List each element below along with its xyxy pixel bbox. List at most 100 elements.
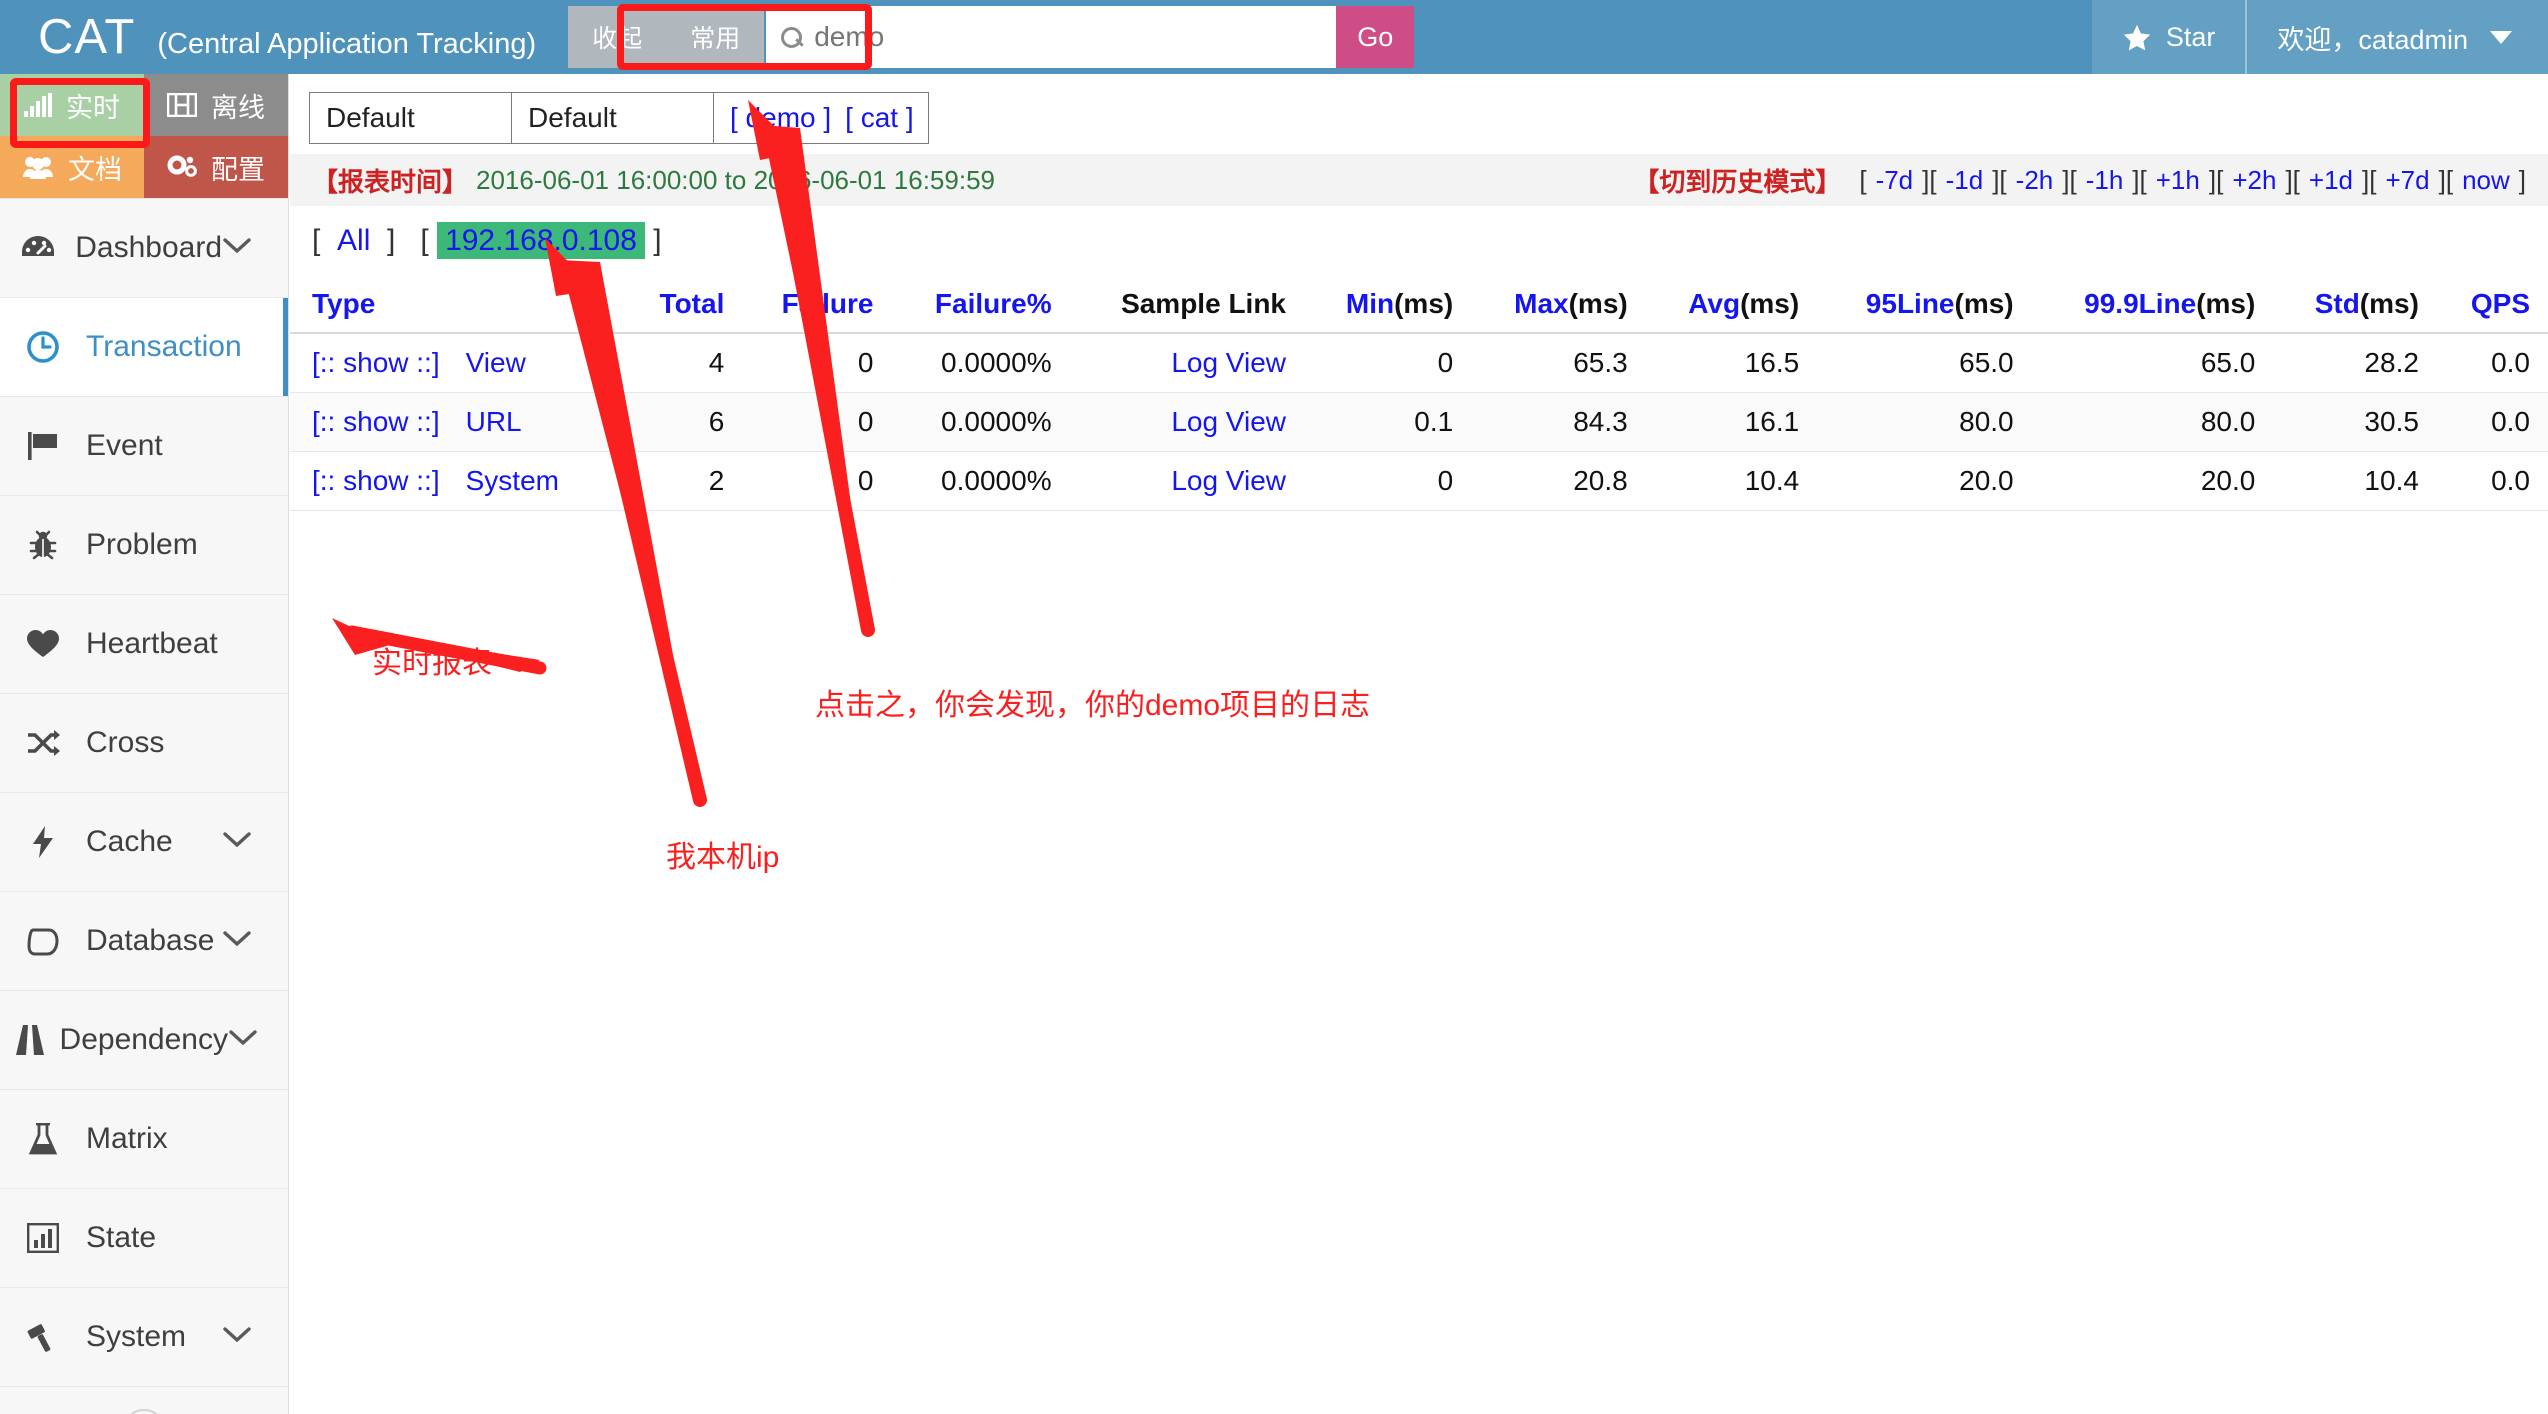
type-link[interactable]: URL — [466, 406, 522, 437]
star-label: Star — [2165, 21, 2216, 52]
star-button[interactable]: Star — [2091, 0, 2246, 74]
sidebar-item-dashboard[interactable]: Dashboard — [0, 199, 288, 298]
brand-full: (Central Application Tracking) — [157, 28, 537, 60]
sidebar-mode-offline[interactable]: 离线 — [144, 74, 288, 136]
col-std[interactable]: Std(ms) — [2273, 276, 2437, 334]
sidebar-item-transaction[interactable]: Transaction — [0, 298, 288, 397]
col-95line[interactable]: 95Line(ms) — [1817, 276, 2032, 334]
col-max[interactable]: Max(ms) — [1471, 276, 1646, 334]
cell-failure: 0 — [742, 392, 892, 452]
cell-failure-percent: 0.0000% — [891, 333, 1070, 393]
annotation-box-toggle — [617, 4, 872, 70]
cell-999line: 80.0 — [2031, 392, 2274, 452]
show-link[interactable]: [:: show ::] — [312, 406, 440, 437]
chevron-down-icon — [222, 1326, 252, 1349]
gavel-icon — [0, 1321, 86, 1353]
cell-total: 2 — [624, 451, 743, 511]
chart-icon — [0, 1223, 86, 1253]
cell-qps: 0.0 — [2436, 392, 2548, 452]
sidebar-mode-config[interactable]: 配置 — [144, 136, 288, 198]
ip-filter-selected-link[interactable]: 192.168.0.108 — [445, 224, 637, 257]
cell-std: 28.2 — [2273, 333, 2437, 393]
cell-999line: 20.0 — [2031, 451, 2274, 511]
cell-999line: 65.0 — [2031, 333, 2274, 393]
show-link[interactable]: [:: show ::] — [312, 465, 440, 496]
sidebar-item-heartbeat[interactable]: Heartbeat — [0, 595, 288, 694]
history-link-1h-back[interactable]: -1h — [2086, 165, 2124, 196]
sidebar-item-system[interactable]: System — [0, 1288, 288, 1387]
cell-failure-percent: 0.0000% — [891, 451, 1070, 511]
gears-icon — [167, 155, 197, 177]
log-view-link[interactable]: Log View — [1171, 347, 1286, 378]
col-qps[interactable]: QPS — [2436, 276, 2548, 334]
col-avg[interactable]: Avg(ms) — [1645, 276, 1818, 334]
col-failure[interactable]: Failure — [742, 276, 892, 334]
log-view-link[interactable]: Log View — [1171, 406, 1286, 437]
history-link-1h-fwd[interactable]: +1h — [2156, 165, 2200, 196]
bug-icon — [0, 529, 86, 561]
col-999line[interactable]: 99.9Line(ms) — [2031, 276, 2274, 334]
table-row: [:: show ::] View 4 0 0.0000% Log View 0 … — [290, 333, 2548, 393]
history-link-2h-back[interactable]: -2h — [2016, 165, 2054, 196]
col-type[interactable]: Type — [290, 276, 625, 334]
history-link-2h-fwd[interactable]: +2h — [2232, 165, 2276, 196]
type-link[interactable]: View — [466, 347, 526, 378]
sidebar-item-cross[interactable]: Cross — [0, 694, 288, 793]
ip-filter-selected[interactable]: 192.168.0.108 — [437, 222, 645, 259]
col-failure-percent[interactable]: Failure% — [891, 276, 1070, 334]
dashboard-icon — [0, 233, 75, 263]
history-link-now[interactable]: now — [2462, 165, 2510, 196]
show-link[interactable]: [:: show ::] — [312, 347, 440, 378]
history-link-1d-fwd[interactable]: +1d — [2309, 165, 2353, 196]
cell-avg: 16.1 — [1645, 392, 1818, 452]
history-link-7d-fwd[interactable]: +7d — [2385, 165, 2429, 196]
cell-95line: 65.0 — [1817, 333, 2032, 393]
sidebar-item-dependency[interactable]: Dependency — [0, 991, 288, 1090]
cell-total: 6 — [624, 392, 743, 452]
heart-icon — [0, 629, 86, 659]
sidebar-item-event[interactable]: Event — [0, 397, 288, 496]
sidebar-item-heartbeat-label: Heartbeat — [86, 627, 218, 660]
col-min[interactable]: Min(ms) — [1304, 276, 1472, 334]
app-root: CAT (Central Application Tracking) 收起 常用… — [0, 0, 2548, 1414]
clock-icon — [0, 330, 86, 364]
sidebar-item-matrix[interactable]: Matrix — [0, 1090, 288, 1189]
domain-link-demo[interactable]: [ demo ] — [730, 102, 831, 133]
cell-min: 0 — [1304, 451, 1472, 511]
sidebar-item-problem[interactable]: Problem — [0, 496, 288, 595]
sidebar-item-cache[interactable]: Cache — [0, 793, 288, 892]
users-icon — [23, 157, 53, 179]
domain-link-cat[interactable]: [ cat ] — [845, 102, 913, 133]
cell-max: 84.3 — [1471, 392, 1646, 452]
history-link-1d-back[interactable]: -1d — [1946, 165, 1984, 196]
sidebar-item-matrix-label: Matrix — [86, 1122, 168, 1155]
col-total[interactable]: Total — [624, 276, 743, 334]
table-body: [:: show ::] View 4 0 0.0000% Log View 0 … — [290, 333, 2548, 511]
domain-cell-domain[interactable]: Default — [512, 93, 714, 143]
domain-cell-group[interactable]: Default — [310, 93, 512, 143]
sidebar-item-database[interactable]: Database — [0, 892, 288, 991]
cell-std: 30.5 — [2273, 392, 2437, 452]
annotation-box-realtime — [10, 78, 150, 148]
type-link[interactable]: System — [466, 465, 559, 496]
ip-filter-all[interactable]: All — [337, 224, 370, 257]
go-button[interactable]: Go — [1336, 6, 1415, 68]
cell-sample-link: Log View — [1069, 451, 1304, 511]
sidebar-collapse-button[interactable]: « — [122, 1408, 166, 1414]
user-menu[interactable]: 欢迎，catadmin — [2245, 0, 2548, 74]
welcome-label: 欢迎，catadmin — [2277, 24, 2468, 55]
report-time-value: 2016-06-01 16:00:00 to 2016-06-01 16:59:… — [476, 164, 995, 195]
table-head: Type Total Failure Failure% Sample Link … — [290, 276, 2548, 334]
sidebar: 实时 离线 文档 配置 Dashboard Transaction Event … — [0, 74, 289, 1414]
cell-failure: 0 — [742, 451, 892, 511]
table-row: [:: show ::] System 2 0 0.0000% Log View … — [290, 451, 2548, 511]
search-input[interactable] — [812, 20, 1293, 54]
flask-icon — [0, 1123, 86, 1155]
history-mode-group: 【切到历史模式】 [-7d] [-1d] [-2h] [-1h] [+1h] [… — [1633, 162, 2526, 199]
cell-max: 65.3 — [1471, 333, 1646, 393]
cell-sample-link: Log View — [1069, 333, 1304, 393]
history-link-7d-back[interactable]: -7d — [1876, 165, 1914, 196]
log-view-link[interactable]: Log View — [1171, 465, 1286, 496]
sidebar-item-state[interactable]: State — [0, 1189, 288, 1288]
main-content: Default Default [ demo ] [ cat ] 【报表时间】 2… — [290, 74, 2548, 1414]
